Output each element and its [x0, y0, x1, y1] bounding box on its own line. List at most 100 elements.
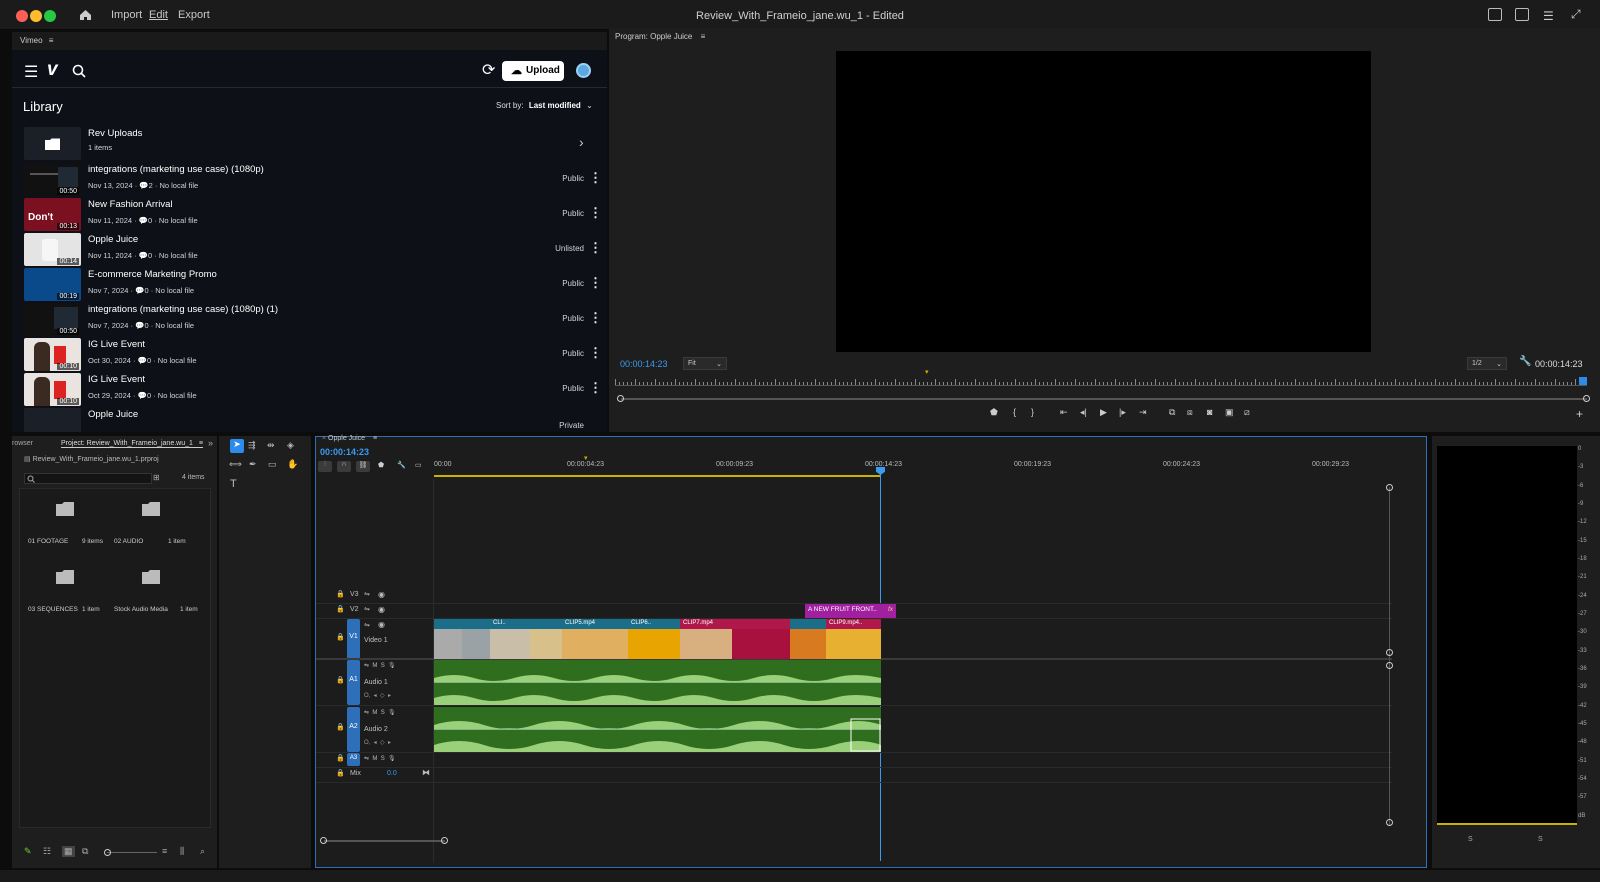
pen-tool-icon[interactable]: ✒: [249, 459, 257, 470]
snap-icon[interactable]: ∩: [337, 461, 351, 472]
track-target-a2[interactable]: A2: [347, 707, 360, 752]
folder-row[interactable]: Rev Uploads 1 items ›: [24, 126, 594, 161]
lock-icon[interactable]: 🔒: [336, 590, 345, 598]
more-options-icon[interactable]: ⋮: [589, 206, 602, 220]
bin-item[interactable]: Stock Audio Media 1 item: [110, 566, 210, 621]
lock-icon[interactable]: 🔒: [336, 723, 345, 731]
mark-out-icon[interactable]: }: [1031, 407, 1034, 417]
more-options-icon[interactable]: ⋮: [589, 171, 602, 185]
find-icon[interactable]: ⌕: [200, 846, 205, 857]
compare-icon[interactable]: ▣: [1225, 407, 1234, 418]
share-icon[interactable]: [1515, 8, 1529, 21]
video-clip[interactable]: CLIP9.mp4..: [826, 619, 881, 659]
project-search-input[interactable]: [24, 473, 152, 484]
video-row[interactable]: 00:10 IG Live Event Oct 30, 2024 · 💬0 · …: [24, 337, 602, 372]
video-clip[interactable]: [790, 619, 826, 659]
mix-end-icon[interactable]: ⧓: [422, 768, 430, 777]
icon-view-icon[interactable]: ▦: [62, 846, 75, 857]
lock-icon[interactable]: 🔒: [336, 633, 345, 641]
step-back-icon[interactable]: ◂|: [1080, 407, 1087, 418]
track-target-v1[interactable]: V1: [347, 619, 360, 659]
program-tab[interactable]: Program: Opple Juice ≡: [615, 32, 705, 41]
pencil-icon[interactable]: ✎: [24, 846, 32, 857]
video-row[interactable]: 00:10 IG Live Event Oct 29, 2024 · 💬0 · …: [24, 372, 602, 407]
video-row[interactable]: 00:50 integrations (marketing use case) …: [24, 162, 602, 197]
scroll-handle[interactable]: [1386, 649, 1393, 656]
hamburger-icon[interactable]: ☰: [24, 62, 38, 82]
mute-solo-icons[interactable]: ⇋ M S 🎙: [364, 662, 396, 669]
lift-icon[interactable]: ⧉: [1169, 407, 1175, 418]
video-row[interactable]: 00:19 E-commerce Marketing Promo Nov 7, …: [24, 267, 602, 302]
resolution-dropdown[interactable]: 1/2 ⌄: [1467, 357, 1507, 370]
add-button-icon[interactable]: +: [1576, 407, 1583, 421]
mark-in-icon[interactable]: {: [1013, 407, 1016, 417]
scroll-handle[interactable]: [1386, 662, 1393, 669]
search-icon[interactable]: [72, 64, 86, 78]
program-video-frame[interactable]: [836, 51, 1371, 352]
wrench-icon[interactable]: 🔧: [397, 461, 406, 469]
workspace-icon[interactable]: [1488, 8, 1502, 21]
playhead-handle[interactable]: [1579, 377, 1587, 385]
video-row[interactable]: Don't 00:13 New Fashion Arrival Nov 11, 2…: [24, 197, 602, 232]
sync-lock-icon[interactable]: ⇋: [364, 590, 370, 598]
wrench-icon[interactable]: 🔧: [1519, 356, 1531, 367]
nest-toggle-icon[interactable]: ⫶: [318, 461, 332, 472]
settings-icon[interactable]: ☰: [1543, 9, 1554, 23]
video-row[interactable]: 00:50 integrations (marketing use case) …: [24, 302, 602, 337]
sort-dropdown[interactable]: Sort by: Last modified ⌄: [496, 101, 593, 110]
browser-tab[interactable]: rowser: [12, 440, 33, 447]
scroll-handle[interactable]: [1386, 484, 1393, 491]
extract-icon[interactable]: ⧈: [1187, 407, 1193, 418]
vertical-scrollbar[interactable]: [1389, 487, 1390, 825]
eye-icon[interactable]: ◉: [378, 620, 385, 629]
video-clip[interactable]: [434, 619, 462, 659]
bin-item[interactable]: 03 SEQUENCES 1 item: [22, 566, 107, 621]
sync-lock-icon[interactable]: ⇋: [364, 605, 370, 613]
hand-tool-icon[interactable]: ✋: [287, 459, 298, 470]
razor-tool-icon[interactable]: ◈: [287, 440, 294, 451]
new-bin-icon[interactable]: ⊞: [153, 473, 160, 482]
more-options-icon[interactable]: ⋮: [589, 311, 602, 325]
sync-lock-icon[interactable]: ⇋: [364, 621, 370, 629]
fullscreen-icon[interactable]: ⤢: [1571, 7, 1581, 22]
video-clip[interactable]: CLI..: [490, 619, 530, 659]
video-clip[interactable]: CLIP7.mp4: [680, 619, 790, 659]
solo-left[interactable]: S: [1468, 836, 1473, 843]
freeform-view-icon[interactable]: ⧉: [82, 846, 88, 857]
video-row[interactable]: 00:14 Opple Juice Nov 11, 2024 · 💬0 · No…: [24, 232, 602, 267]
eye-icon[interactable]: ◉: [378, 605, 385, 614]
captions-icon[interactable]: ▭: [415, 461, 422, 469]
video-clip[interactable]: CLIP6..: [628, 619, 680, 659]
track-select-tool-icon[interactable]: ⇶: [248, 440, 256, 451]
fit-dropdown[interactable]: Fit ⌄: [683, 357, 727, 370]
audio-clip-a1[interactable]: [434, 660, 881, 705]
video-clip[interactable]: CLIP5.mp4: [562, 619, 628, 659]
program-timecode[interactable]: 00:00:14:23: [620, 359, 668, 369]
type-tool-icon[interactable]: T: [230, 478, 237, 490]
lock-icon[interactable]: 🔒: [336, 769, 345, 777]
go-to-out-icon[interactable]: ⇥: [1139, 407, 1147, 418]
camera-icon[interactable]: ◙: [1207, 407, 1212, 417]
rectangle-tool-icon[interactable]: ▭: [268, 459, 277, 470]
more-options-icon[interactable]: ⋮: [589, 241, 602, 255]
automate-icon[interactable]: ⫼: [180, 846, 184, 857]
video-clip[interactable]: [530, 619, 562, 659]
lock-icon[interactable]: 🔒: [336, 676, 345, 684]
zoom-scrollbar[interactable]: [609, 395, 1600, 403]
list-view-icon[interactable]: ☷: [43, 846, 51, 857]
volume-keyframe-icons[interactable]: O, ◂ ◇ ▸: [364, 692, 391, 699]
sync-icon[interactable]: ⟳: [482, 60, 495, 80]
horizontal-scrollbar[interactable]: [320, 837, 448, 845]
volume-keyframe-icons[interactable]: O, ◂ ◇ ▸: [364, 739, 391, 746]
panel-overflow-icon[interactable]: »: [208, 438, 213, 448]
bin-item[interactable]: 02 AUDIO 1 item: [110, 498, 205, 553]
track-target-a1[interactable]: A1: [347, 660, 360, 705]
selection-tool-icon[interactable]: ➤: [230, 439, 244, 453]
proxy-icon[interactable]: ⧄: [1244, 407, 1250, 418]
upload-button[interactable]: ☁ Upload: [502, 61, 564, 81]
scroll-handle[interactable]: [1386, 819, 1393, 826]
timeline-ruler[interactable]: 00:00 00:00:04:23 00:00:09:23 00:00:14:2…: [434, 455, 1392, 477]
video-clip[interactable]: [462, 619, 490, 659]
sort-icon[interactable]: ≡: [162, 846, 167, 856]
go-to-in-icon[interactable]: ⇤: [1060, 407, 1068, 418]
